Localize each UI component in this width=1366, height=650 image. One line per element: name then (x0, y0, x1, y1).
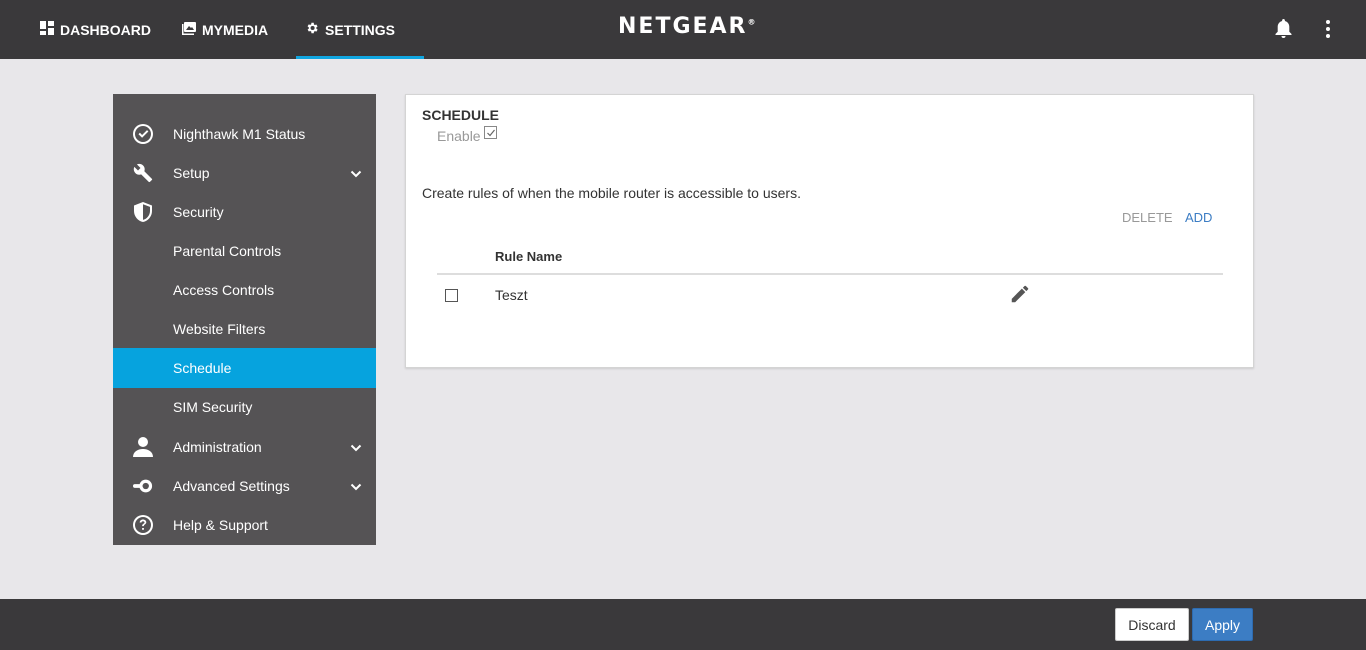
netgear-logo: NETGEAR® (618, 14, 756, 39)
add-button[interactable]: ADD (1185, 210, 1212, 225)
sidebar-item-advanced-settings[interactable]: Advanced Settings (113, 466, 376, 505)
settings-sidebar: Nighthawk M1 Status Setup Security Paren… (113, 94, 376, 545)
sidebar-item-label: Administration (173, 438, 262, 455)
shield-icon (133, 202, 153, 222)
sidebar-item-parental-controls[interactable]: Parental Controls (113, 231, 376, 270)
sidebar-item-label: Nighthawk M1 Status (173, 125, 306, 142)
enable-checkbox[interactable] (483, 125, 497, 139)
rule-name-cell: Teszt (495, 287, 528, 303)
sidebar-item-label: Advanced Settings (173, 477, 290, 494)
wrench-icon (133, 163, 153, 183)
gear-icon (305, 21, 319, 38)
tab-mymedia[interactable]: MYMEDIA (182, 0, 268, 59)
enable-row: Enable (437, 125, 497, 144)
sidebar-item-label: SIM Security (173, 398, 253, 415)
footer-action-bar: Discard Apply (0, 599, 1366, 650)
help-circle-icon (133, 515, 153, 535)
sidebar-item-schedule[interactable]: Schedule (113, 348, 376, 388)
tab-dashboard[interactable]: DASHBOARD (40, 0, 151, 59)
column-header-rule-name: Rule Name (495, 249, 563, 264)
top-navigation-bar: DASHBOARD MYMEDIA SETTINGS NETGEAR® (0, 0, 1366, 59)
delete-button[interactable]: DELETE (1122, 210, 1173, 225)
table-row: Teszt (437, 277, 1223, 313)
chevron-down-icon (350, 480, 362, 492)
toggle-icon (133, 476, 153, 496)
schedule-description: Create rules of when the mobile router i… (422, 185, 801, 201)
tab-label: MYMEDIA (202, 21, 269, 38)
chevron-down-icon (350, 441, 362, 453)
dashboard-icon (40, 21, 54, 38)
discard-button[interactable]: Discard (1115, 608, 1189, 641)
tab-settings[interactable]: SETTINGS (295, 0, 425, 59)
sidebar-item-label: Help & Support (173, 516, 268, 533)
apply-button[interactable]: Apply (1192, 608, 1253, 641)
sidebar-item-website-filters[interactable]: Website Filters (113, 309, 376, 348)
row-checkbox[interactable] (445, 289, 458, 302)
chevron-down-icon (350, 167, 362, 179)
sidebar-item-label: Website Filters (173, 320, 266, 337)
sidebar-item-access-controls[interactable]: Access Controls (113, 270, 376, 309)
rules-table-header: Rule Name (437, 245, 1223, 275)
schedule-panel: SCHEDULE Enable Create rules of when the… (405, 94, 1254, 368)
more-vertical-icon[interactable] (1324, 19, 1332, 44)
sidebar-item-security[interactable]: Security (113, 192, 376, 231)
sidebar-item-sim-security[interactable]: SIM Security (113, 387, 376, 426)
sidebar-item-help-support[interactable]: Help & Support (113, 505, 376, 544)
registered-mark: ® (747, 17, 756, 27)
sidebar-item-administration[interactable]: Administration (113, 427, 376, 466)
sidebar-item-label: Schedule (173, 360, 232, 376)
sidebar-item-label: Security (173, 203, 224, 220)
sidebar-item-label: Setup (173, 164, 210, 181)
media-icon (182, 21, 196, 38)
sidebar-item-label: Access Controls (173, 281, 275, 298)
panel-title: SCHEDULE (422, 107, 500, 123)
notification-bell-icon[interactable] (1275, 19, 1292, 44)
enable-label: Enable (437, 128, 481, 144)
sidebar-item-status[interactable]: Nighthawk M1 Status (113, 114, 376, 153)
tab-label: DASHBOARD (60, 21, 151, 38)
edit-pencil-icon[interactable] (1009, 283, 1031, 305)
tab-label: SETTINGS (325, 21, 396, 38)
sidebar-item-setup[interactable]: Setup (113, 153, 376, 192)
user-icon (133, 437, 153, 457)
sidebar-item-label: Parental Controls (173, 242, 282, 259)
check-circle-icon (133, 124, 153, 144)
